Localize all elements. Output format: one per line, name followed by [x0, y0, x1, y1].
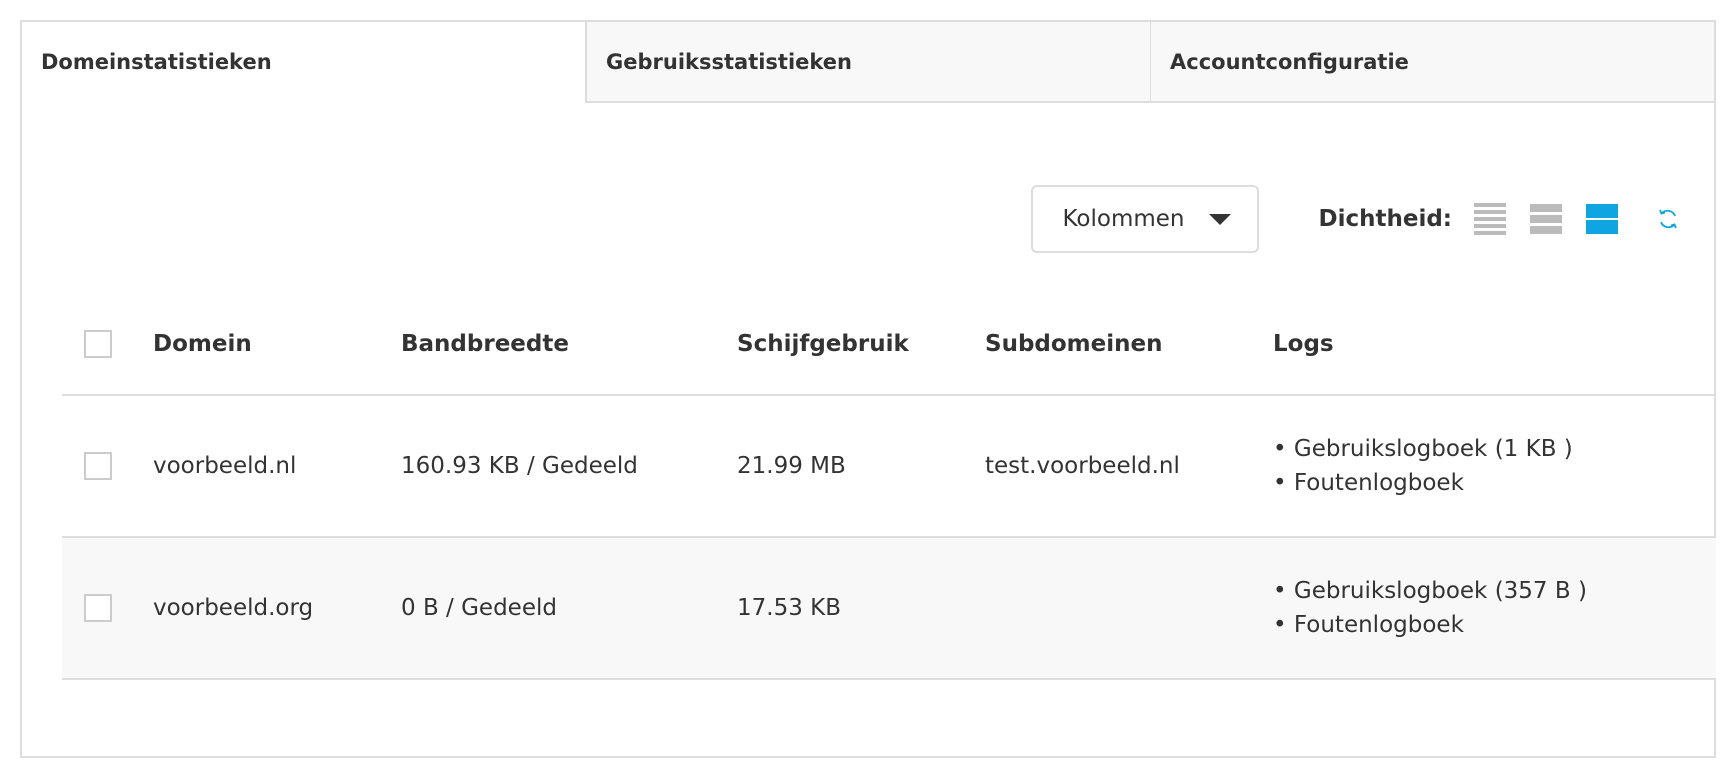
table-header-row: Domein Bandbreedte Schijfgebruik Subdome…: [62, 294, 1716, 396]
table-toolbar: Kolommen Dichtheid:: [1030, 184, 1681, 254]
tab-domeinstatistieken[interactable]: Domeinstatistieken: [22, 22, 585, 103]
usage-log-link[interactable]: • Gebruikslogboek (1 KB ): [1273, 436, 1573, 462]
tab-bar: Domeinstatistieken Gebruiksstatistieken …: [22, 22, 1714, 103]
header-subdomeinen[interactable]: Subdomeinen: [985, 331, 1162, 357]
subdomains-cell: test.voorbeeld.nl: [985, 453, 1180, 479]
select-all-checkbox[interactable]: [84, 330, 112, 358]
table-row: voorbeeld.org 0 B / Gedeeld 17.53 KB • G…: [62, 538, 1716, 680]
row-checkbox[interactable]: [84, 594, 112, 622]
density-compact-icon[interactable]: [1474, 203, 1506, 235]
domains-table: Domein Bandbreedte Schijfgebruik Subdome…: [62, 294, 1716, 680]
domain-cell: voorbeeld.org: [153, 595, 314, 621]
header-domein[interactable]: Domein: [153, 331, 252, 357]
density-label: Dichtheid:: [1318, 206, 1453, 232]
disk-usage-cell: 21.99 MB: [737, 453, 846, 479]
bandwidth-cell: 160.93 KB / Gedeeld: [401, 453, 638, 479]
bandwidth-cell: 0 B / Gedeeld: [401, 595, 557, 621]
density-large-icon[interactable]: [1586, 204, 1618, 234]
columns-button-label: Kolommen: [1062, 206, 1185, 232]
refresh-icon[interactable]: [1656, 207, 1680, 231]
domain-stats-panel: Domeinstatistieken Gebruiksstatistieken …: [20, 20, 1716, 758]
columns-dropdown-button[interactable]: Kolommen: [1030, 185, 1259, 253]
header-logs[interactable]: Logs: [1273, 331, 1334, 357]
disk-usage-cell: 17.53 KB: [737, 595, 842, 621]
caret-down-icon: [1208, 213, 1231, 225]
table-row: voorbeeld.nl 160.93 KB / Gedeeld 21.99 M…: [62, 396, 1716, 538]
error-log-link[interactable]: • Foutenlogboek: [1273, 470, 1573, 496]
row-checkbox[interactable]: [84, 452, 112, 480]
logs-cell: • Gebruikslogboek (357 B ) • Foutenlogbo…: [1273, 578, 1587, 638]
error-log-link[interactable]: • Foutenlogboek: [1273, 612, 1587, 638]
tab-gebruiksstatistieken[interactable]: Gebruiksstatistieken: [585, 22, 1150, 103]
tab-accountconfiguratie[interactable]: Accountconfiguratie: [1150, 22, 1714, 103]
usage-log-link[interactable]: • Gebruikslogboek (357 B ): [1273, 578, 1587, 604]
header-bandbreedte[interactable]: Bandbreedte: [401, 331, 569, 357]
header-schijfgebruik[interactable]: Schijfgebruik: [737, 331, 909, 357]
domain-cell: voorbeeld.nl: [153, 453, 297, 479]
logs-cell: • Gebruikslogboek (1 KB ) • Foutenlogboe…: [1273, 436, 1573, 496]
density-medium-icon[interactable]: [1530, 204, 1562, 234]
